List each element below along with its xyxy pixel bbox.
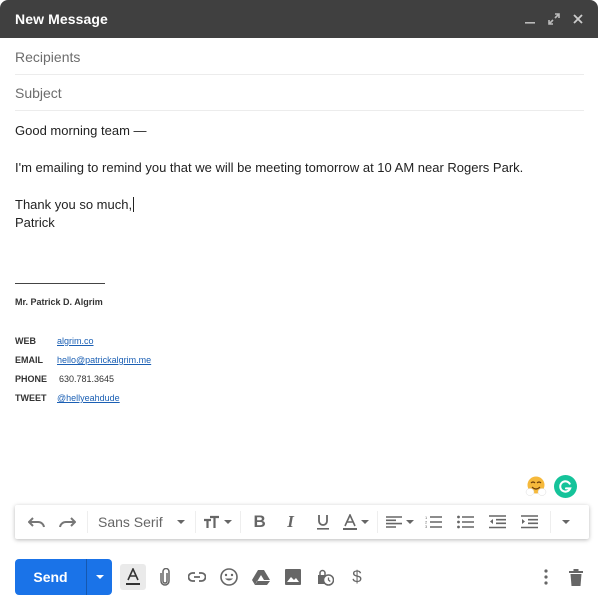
signature-row-email: EMAIL hello@patrickalgrim.me xyxy=(15,355,151,365)
email-link[interactable]: hello@patrickalgrim.me xyxy=(57,355,151,365)
toolbar-divider xyxy=(549,511,551,533)
emoji-icon[interactable] xyxy=(216,564,242,590)
compose-titlebar[interactable]: New Message xyxy=(0,0,598,38)
phone-value: 630.781.3645 xyxy=(59,374,115,384)
bulleted-list-icon[interactable] xyxy=(450,510,482,534)
chevron-down-icon xyxy=(360,520,369,524)
recipients-input[interactable]: Recipients xyxy=(15,39,584,75)
signature-label: PHONE xyxy=(15,374,48,384)
formatting-options-icon[interactable] xyxy=(120,564,146,590)
minimize-icon[interactable] xyxy=(523,12,537,26)
compose-actions: Send $ xyxy=(15,559,589,595)
font-family-label: Sans Serif xyxy=(98,514,163,530)
recipients-placeholder: Recipients xyxy=(15,48,81,65)
closing-line: Thank you so much, xyxy=(15,196,585,214)
font-family-select[interactable]: Sans Serif xyxy=(92,510,191,534)
signature-label: WEB xyxy=(15,336,36,346)
send-button-group: Send xyxy=(15,559,112,595)
subject-input[interactable]: Subject xyxy=(15,75,584,111)
message-text: I'm emailing to remind you that we will … xyxy=(15,160,524,175)
chevron-down-icon xyxy=(405,520,414,524)
undo-icon[interactable] xyxy=(23,510,51,534)
indent-more-icon[interactable] xyxy=(514,510,546,534)
text-color-icon[interactable] xyxy=(339,510,373,534)
grammarly-icon[interactable] xyxy=(554,475,577,498)
numbered-list-icon[interactable]: 123 xyxy=(418,510,450,534)
expand-icon[interactable] xyxy=(547,12,561,26)
indent-less-icon[interactable] xyxy=(482,510,514,534)
window-title: New Message xyxy=(15,11,108,27)
attach-icon[interactable] xyxy=(152,564,178,590)
confidential-mode-icon[interactable] xyxy=(312,564,338,590)
signature-label: EMAIL xyxy=(15,355,43,365)
subject-placeholder: Subject xyxy=(15,84,62,101)
toolbar-divider xyxy=(194,511,196,533)
discard-icon[interactable] xyxy=(563,564,589,590)
italic-icon[interactable]: I xyxy=(275,510,307,534)
money-icon[interactable]: $ xyxy=(344,564,370,590)
link-icon[interactable] xyxy=(184,564,210,590)
schedule-send-dropdown[interactable] xyxy=(87,559,112,595)
signature-divider xyxy=(15,283,105,284)
greeting-text: Good morning team — xyxy=(15,123,147,138)
formatting-toolbar: Sans Serif B I 123 xyxy=(15,505,589,539)
svg-text:3: 3 xyxy=(425,524,428,529)
signature-label: TWEET xyxy=(15,393,47,403)
chevron-down-icon xyxy=(224,520,233,524)
toolbar-divider xyxy=(87,511,88,533)
bold-icon[interactable]: B xyxy=(245,510,275,534)
closing-text: Thank you so much, xyxy=(15,197,133,212)
text-cursor xyxy=(133,197,135,212)
drive-icon[interactable] xyxy=(248,564,274,590)
web-link[interactable]: algrim.co xyxy=(57,336,94,346)
more-options-icon[interactable] xyxy=(533,564,559,590)
signature-row-tweet: TWEET @hellyeahdude xyxy=(15,393,120,403)
more-formatting-icon[interactable] xyxy=(555,510,577,534)
chevron-down-icon xyxy=(561,520,570,524)
chevron-down-icon xyxy=(95,575,104,579)
toolbar-divider xyxy=(239,511,241,533)
close-icon[interactable] xyxy=(571,12,585,26)
tweet-link[interactable]: @hellyeahdude xyxy=(57,393,120,403)
photo-icon[interactable] xyxy=(280,564,306,590)
signature-row-web: WEB algrim.co xyxy=(15,336,94,346)
redo-icon[interactable] xyxy=(51,510,83,534)
chevron-down-icon xyxy=(176,520,185,524)
signoff-text: Patrick xyxy=(15,215,55,230)
align-icon[interactable] xyxy=(382,510,418,534)
underline-icon[interactable] xyxy=(307,510,339,534)
send-button[interactable]: Send xyxy=(15,559,87,595)
signature-row-phone: PHONE 630.781.3645 xyxy=(15,374,114,384)
signature-name: Mr. Patrick D. Algrim xyxy=(15,297,103,307)
text-size-icon[interactable] xyxy=(200,510,236,534)
toolbar-divider xyxy=(376,511,378,533)
message-body[interactable]: Good morning team — I'm emailing to remi… xyxy=(15,122,585,232)
hugging-emoji-icon[interactable] xyxy=(525,475,547,497)
